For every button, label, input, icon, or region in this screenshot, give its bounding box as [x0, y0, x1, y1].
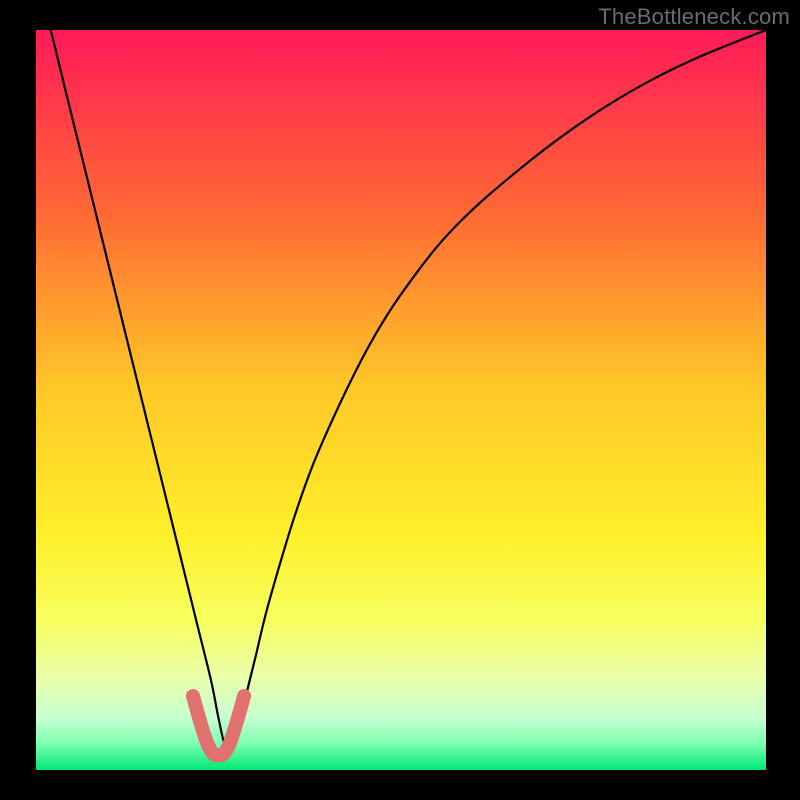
gradient-background: [36, 30, 766, 770]
app-frame: TheBottleneck.com: [0, 0, 800, 800]
bottleneck-chart: [0, 0, 800, 800]
watermark-text: TheBottleneck.com: [598, 4, 790, 30]
